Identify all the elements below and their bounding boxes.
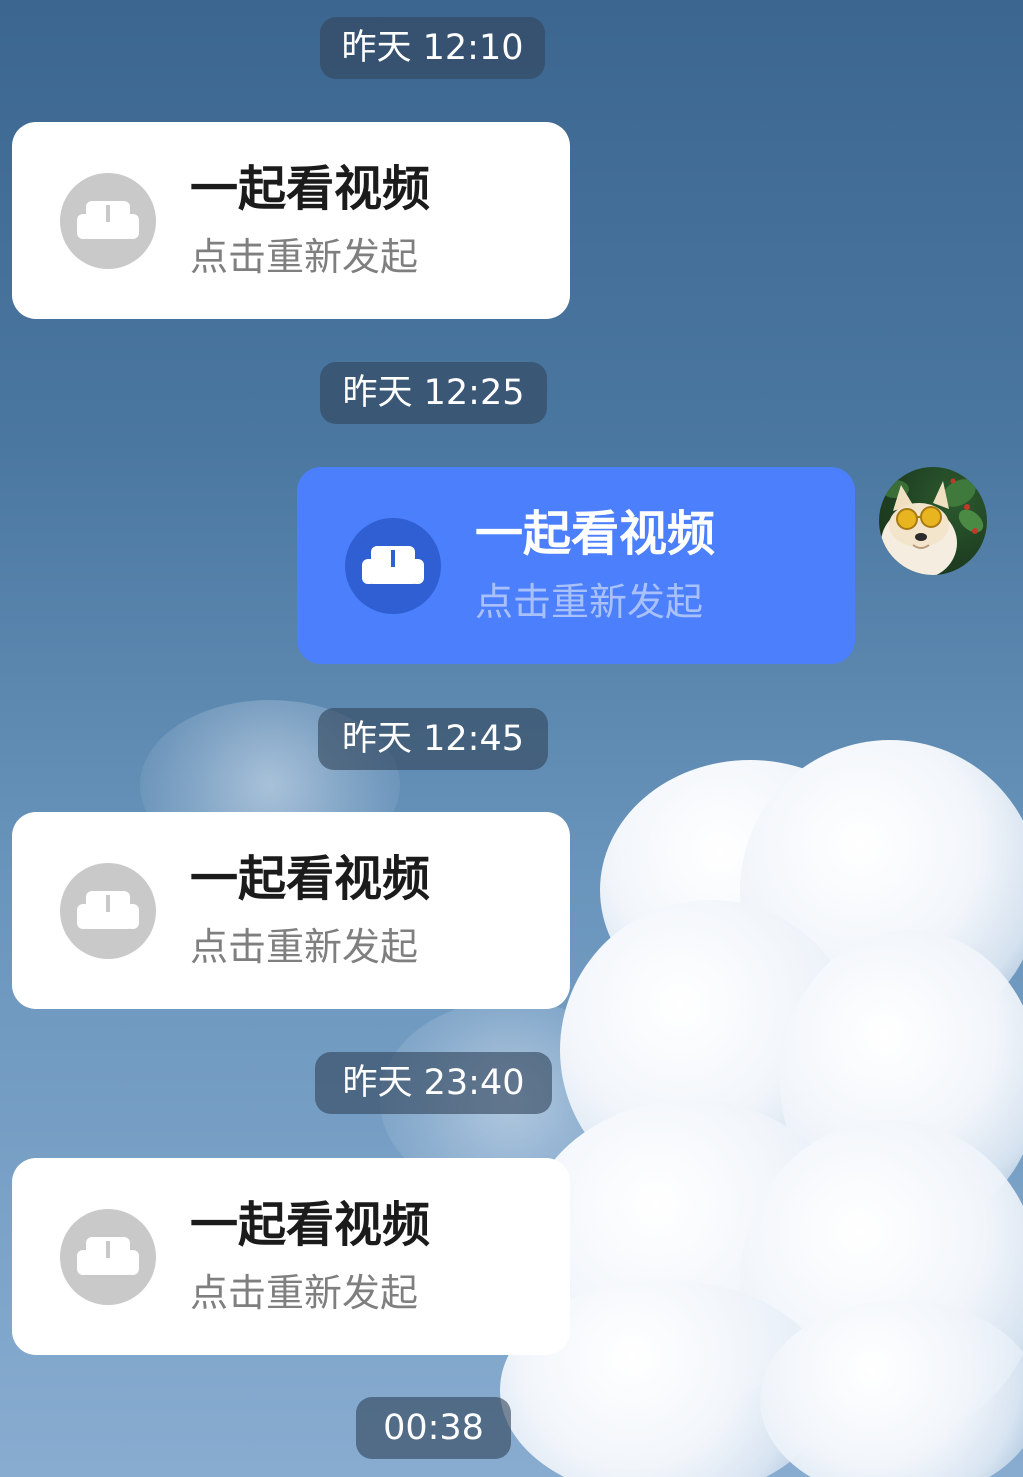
dog-with-sunglasses-avatar xyxy=(881,478,984,575)
sofa-icon xyxy=(60,172,156,269)
timestamp: 00:38 xyxy=(356,1397,511,1459)
card-subtitle: 点击重新发起 xyxy=(475,579,704,624)
card-title: 一起看视频 xyxy=(190,1196,431,1253)
watch-together-card[interactable]: 一起看视频 点击重新发起 xyxy=(12,122,570,319)
card-title: 一起看视频 xyxy=(475,505,716,562)
sofa-icon xyxy=(345,517,441,614)
timestamp: 昨天 12:10 xyxy=(320,17,545,79)
user-avatar[interactable] xyxy=(879,467,987,575)
watch-together-card[interactable]: 一起看视频 点击重新发起 xyxy=(12,1158,570,1355)
timestamp: 昨天 12:25 xyxy=(320,362,547,424)
card-title: 一起看视频 xyxy=(190,850,431,907)
timestamp: 昨天 23:40 xyxy=(315,1052,552,1114)
card-title: 一起看视频 xyxy=(190,160,431,217)
watch-together-card[interactable]: 一起看视频 点击重新发起 xyxy=(297,467,855,664)
card-subtitle: 点击重新发起 xyxy=(190,1270,419,1315)
watch-together-card[interactable]: 一起看视频 点击重新发起 xyxy=(12,812,570,1009)
sofa-icon xyxy=(60,1208,156,1305)
timestamp: 昨天 12:45 xyxy=(318,708,548,770)
card-subtitle: 点击重新发起 xyxy=(190,234,419,279)
card-subtitle: 点击重新发起 xyxy=(190,924,419,969)
sofa-icon xyxy=(60,862,156,959)
